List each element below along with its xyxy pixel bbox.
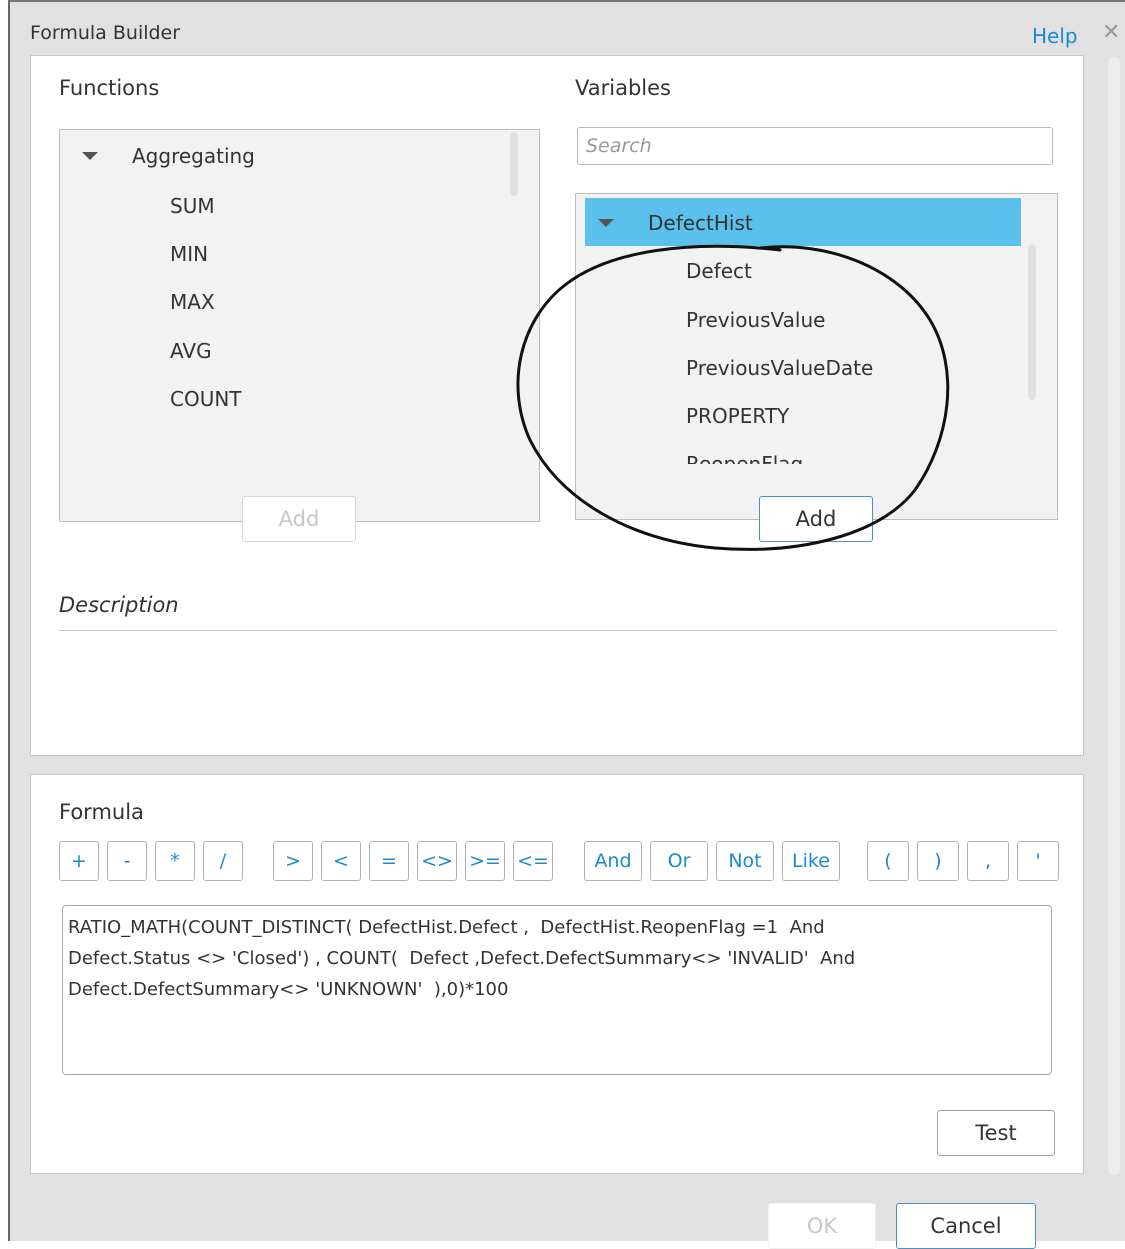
function-item-avg[interactable]: AVG (170, 339, 212, 363)
variables-search-input[interactable] (577, 127, 1053, 165)
functions-group-label: Aggregating (132, 144, 255, 168)
op-equal-button[interactable]: = (369, 841, 409, 881)
expand-triangle-icon[interactable] (82, 152, 98, 160)
functions-group-aggregating[interactable]: Aggregating (82, 144, 255, 168)
formula-textarea[interactable] (62, 905, 1052, 1075)
variables-label: Variables (575, 76, 671, 100)
op-open-paren-button[interactable]: ( (867, 841, 909, 881)
variables-add-button[interactable]: Add (759, 496, 873, 542)
formula-builder-dialog: Formula Builder Help ✕ Functions Variabl… (8, 0, 1125, 1249)
function-item-sum[interactable]: SUM (170, 194, 215, 218)
op-divide-button[interactable]: / (203, 841, 243, 881)
op-plus-button[interactable]: + (59, 841, 99, 881)
functions-scrollbar[interactable] (510, 132, 518, 196)
variables-list[interactable]: DefectHist Defect PreviousValue Previous… (575, 193, 1058, 520)
variable-item-property[interactable]: PROPERTY (686, 404, 789, 428)
description-label: Description (59, 593, 179, 617)
op-comma-button[interactable]: , (967, 841, 1009, 881)
expand-triangle-icon[interactable] (598, 219, 614, 227)
op-quote-button[interactable]: ' (1017, 841, 1059, 881)
op-multiply-button[interactable]: * (155, 841, 195, 881)
functions-list[interactable]: Aggregating SUM MIN MAX AVG COUNT (59, 129, 540, 522)
functions-label: Functions (59, 76, 160, 100)
op-not-button[interactable]: Not (716, 841, 774, 881)
builder-panel: Functions Variables Aggregating SUM MIN … (30, 55, 1084, 756)
op-greater-equal-button[interactable]: >= (465, 841, 505, 881)
function-item-max[interactable]: MAX (170, 290, 215, 314)
formula-label: Formula (59, 800, 144, 824)
variable-item-previousvalue[interactable]: PreviousValue (686, 308, 825, 332)
test-button[interactable]: Test (937, 1110, 1055, 1156)
variable-item-defect[interactable]: Defect (686, 259, 752, 283)
op-and-button[interactable]: And (584, 841, 642, 881)
variable-item-previousvaluedate[interactable]: PreviousValueDate (686, 356, 873, 380)
variables-group-label: DefectHist (648, 211, 753, 235)
functions-add-button[interactable]: Add (242, 496, 356, 542)
dialog-scrollbar[interactable] (1108, 57, 1120, 1175)
variables-group-defecthist[interactable]: DefectHist (598, 211, 753, 235)
variables-items-viewport: Defect PreviousValue PreviousValueDate P… (576, 246, 1046, 464)
op-or-button[interactable]: Or (650, 841, 708, 881)
cancel-button[interactable]: Cancel (896, 1203, 1036, 1249)
op-less-equal-button[interactable]: <= (513, 841, 553, 881)
ok-button[interactable]: OK (768, 1203, 876, 1249)
op-not-equal-button[interactable]: <> (417, 841, 457, 881)
op-like-button[interactable]: Like (782, 841, 840, 881)
op-greater-button[interactable]: > (273, 841, 313, 881)
op-minus-button[interactable]: - (107, 841, 147, 881)
op-less-button[interactable]: < (321, 841, 361, 881)
dialog-title: Formula Builder (30, 22, 181, 44)
description-divider (59, 630, 1057, 631)
close-icon[interactable]: ✕ (1102, 20, 1120, 45)
op-close-paren-button[interactable]: ) (917, 841, 959, 881)
function-item-count[interactable]: COUNT (170, 387, 242, 411)
variable-item-reopenflag[interactable]: ReopenFlag (686, 452, 803, 464)
formula-panel: Formula + - * / > < = <> >= <= And Or No… (30, 774, 1084, 1174)
help-link[interactable]: Help (1032, 24, 1078, 48)
function-item-min[interactable]: MIN (170, 242, 208, 266)
